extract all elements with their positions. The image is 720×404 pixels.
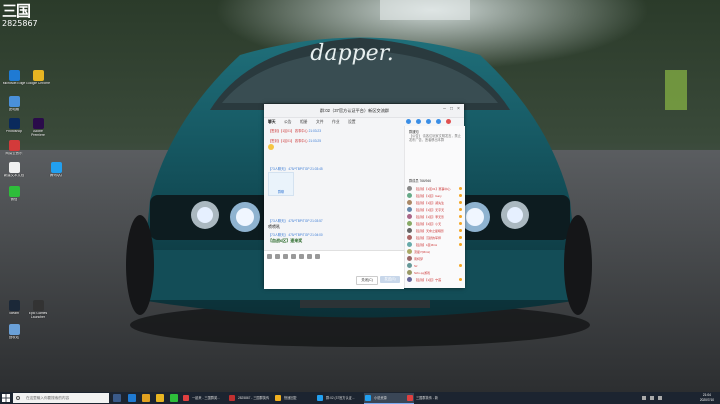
ime-icon[interactable]	[658, 396, 662, 400]
desktop-icon-music[interactable]: 网易云音乐	[2, 140, 26, 156]
gif-icon[interactable]	[275, 254, 280, 259]
folder-icon[interactable]	[291, 254, 296, 259]
more-icon[interactable]	[446, 119, 451, 124]
list-item[interactable]: 【签到】【1区】无字天	[407, 207, 463, 213]
volume-icon[interactable]	[650, 396, 654, 400]
desktop-icon-this-pc[interactable]: 此电脑	[2, 96, 26, 112]
desktop-icon-steam[interactable]: Steam	[2, 300, 26, 316]
close-icon[interactable]: ×	[455, 106, 462, 113]
list-item[interactable]: 【签到】【2区】小天	[407, 221, 463, 227]
tab-settings[interactable]: 设置	[348, 120, 356, 125]
send-button[interactable]: 发送(S)	[380, 276, 400, 283]
tab-chat[interactable]: 聊天	[268, 120, 276, 125]
taskbar: 在这里输入你要搜索的内容 一起来 - 三国群英... 2825867 - 三国群…	[0, 392, 720, 404]
overlay-logo: 三国	[2, 2, 31, 20]
list-item[interactable]: 【签到】【1区01】赛事中心	[407, 186, 463, 192]
message: 【73人聊天】 475/*TBP/TGP 21:03:57 啧啧吼	[268, 219, 323, 229]
desktop-icon-wechat[interactable]: 微信	[2, 186, 26, 202]
message: 【签到】【1区01】 赛事中心 21:03:25	[268, 138, 402, 151]
image-icon[interactable]	[299, 254, 304, 259]
clock-date: 2020/7/10	[699, 397, 714, 402]
message: 【73人聊天】 475/*TBP/TGP 21:04:00 【血战6区】速来奖	[268, 233, 323, 243]
list-item[interactable]: 南柯梦	[407, 256, 463, 262]
chat-title: 群:02（37官方认证平台）新区交流群	[320, 108, 390, 113]
search-icon	[16, 396, 20, 400]
stream-overlay: 三国 2825867	[2, 2, 38, 29]
file-explorer-icon[interactable]	[142, 394, 150, 402]
voice-icon[interactable]	[307, 254, 312, 259]
windows-start-icon[interactable]	[2, 394, 10, 402]
list-item[interactable]: 【签到】【1区】宁莲	[407, 277, 463, 283]
close-button[interactable]: 关闭(C)	[356, 276, 378, 285]
scissors-icon[interactable]	[283, 254, 288, 259]
message: 【73人聊天】 475/*TBP/TGP 21:03:45 群聊	[268, 167, 323, 196]
list-item[interactable]: Sz	[407, 263, 463, 269]
desktop-icon-chrome[interactable]: Google Chrome	[26, 70, 50, 86]
message-list: 【签到】【1区01】 赛事中心 21:03:23 【签到】【1区01】 赛事中心…	[268, 128, 402, 268]
image-message[interactable]: 群聊	[268, 172, 294, 196]
desktop-icon-qq[interactable]: 腾讯QQ	[44, 162, 68, 178]
tab-files[interactable]: 文件	[316, 120, 324, 125]
task-view-icon[interactable]	[113, 394, 121, 402]
emoji-picker-icon[interactable]	[267, 254, 272, 259]
list-item[interactable]: 【签到】【1区】李无影	[407, 214, 463, 220]
history-icon[interactable]	[315, 254, 320, 259]
minimize-icon[interactable]: –	[441, 106, 448, 113]
tab-homework[interactable]: 作业	[332, 120, 340, 125]
group-side-panel: 群通知 【公告】 请各位玩家文明发言，禁止发布广告，违者移出本群 群成员 766…	[404, 126, 465, 288]
list-item[interactable]: 【签到】【1区】Gary	[407, 193, 463, 199]
wechat-icon[interactable]	[170, 394, 178, 402]
chat-tabs: 聊天 公告 相册 文件 作业 设置	[264, 118, 404, 126]
desktop-icon-epic[interactable]: Epic Games Launcher	[26, 300, 50, 320]
overlay-number: 2825867	[2, 19, 38, 28]
desktop-icon-text-file[interactable]: 新建文本文档	[2, 162, 26, 178]
desktop-icon-edge[interactable]: Microsoft Edge	[2, 70, 26, 86]
chat-titlebar[interactable]: 群:02（37官方认证平台）新区交流群 – □ ×	[264, 104, 464, 118]
chrome-icon[interactable]	[156, 394, 164, 402]
emoji-icon	[268, 144, 274, 150]
add-member-icon[interactable]	[436, 119, 441, 124]
edge-icon[interactable]	[128, 394, 136, 402]
chat-toolbar	[404, 118, 464, 126]
video-icon[interactable]	[416, 119, 421, 124]
phone-icon[interactable]	[406, 119, 411, 124]
list-item[interactable]: 【签到】1区Mimi	[407, 242, 463, 248]
desktop-icon-photoshop[interactable]: Photoshop	[2, 118, 26, 134]
network-icon[interactable]	[642, 396, 646, 400]
tab-album[interactable]: 相册	[300, 120, 308, 125]
notice-text: 【公告】 请各位玩家文明发言，禁止发布广告，违者移出本群	[409, 134, 461, 142]
list-item[interactable]: 【签到】【1区】郑先生	[407, 200, 463, 206]
taskbar-window[interactable]: 三国群英传 - 新	[406, 393, 460, 403]
tab-notice[interactable]: 公告	[284, 120, 292, 125]
desktop-icon-recycle-bin[interactable]: 回收站	[2, 324, 26, 340]
members-title: 群成员 766/946	[409, 179, 431, 183]
taskbar-clock[interactable]: 21:04 2020/7/10	[700, 393, 714, 402]
list-item[interactable]: 流星7(Mimi)	[407, 249, 463, 255]
message: 【签到】【1区01】 赛事中心 21:03:23	[268, 129, 321, 133]
search-placeholder: 在这里输入你要搜索的内容	[26, 396, 70, 400]
share-screen-icon[interactable]	[426, 119, 431, 124]
list-item[interactable]: 【签到】天命之星暗影	[407, 228, 463, 234]
qq-group-chat-window: 群:02（37官方认证平台）新区交流群 – □ × 聊天 公告 相册 文件 作业 设…	[264, 104, 465, 289]
maximize-icon[interactable]: □	[448, 106, 455, 113]
send-row: 关闭(C) 发送(S)	[264, 276, 404, 286]
list-item[interactable]: 【签到】沉默的军师	[407, 235, 463, 241]
taskbar-search[interactable]: 在这里输入你要搜索的内容	[13, 393, 109, 403]
list-item[interactable]: Sztv qq游戏	[407, 270, 463, 276]
desktop-icon-premiere[interactable]: Adobe Premiere	[26, 118, 50, 138]
